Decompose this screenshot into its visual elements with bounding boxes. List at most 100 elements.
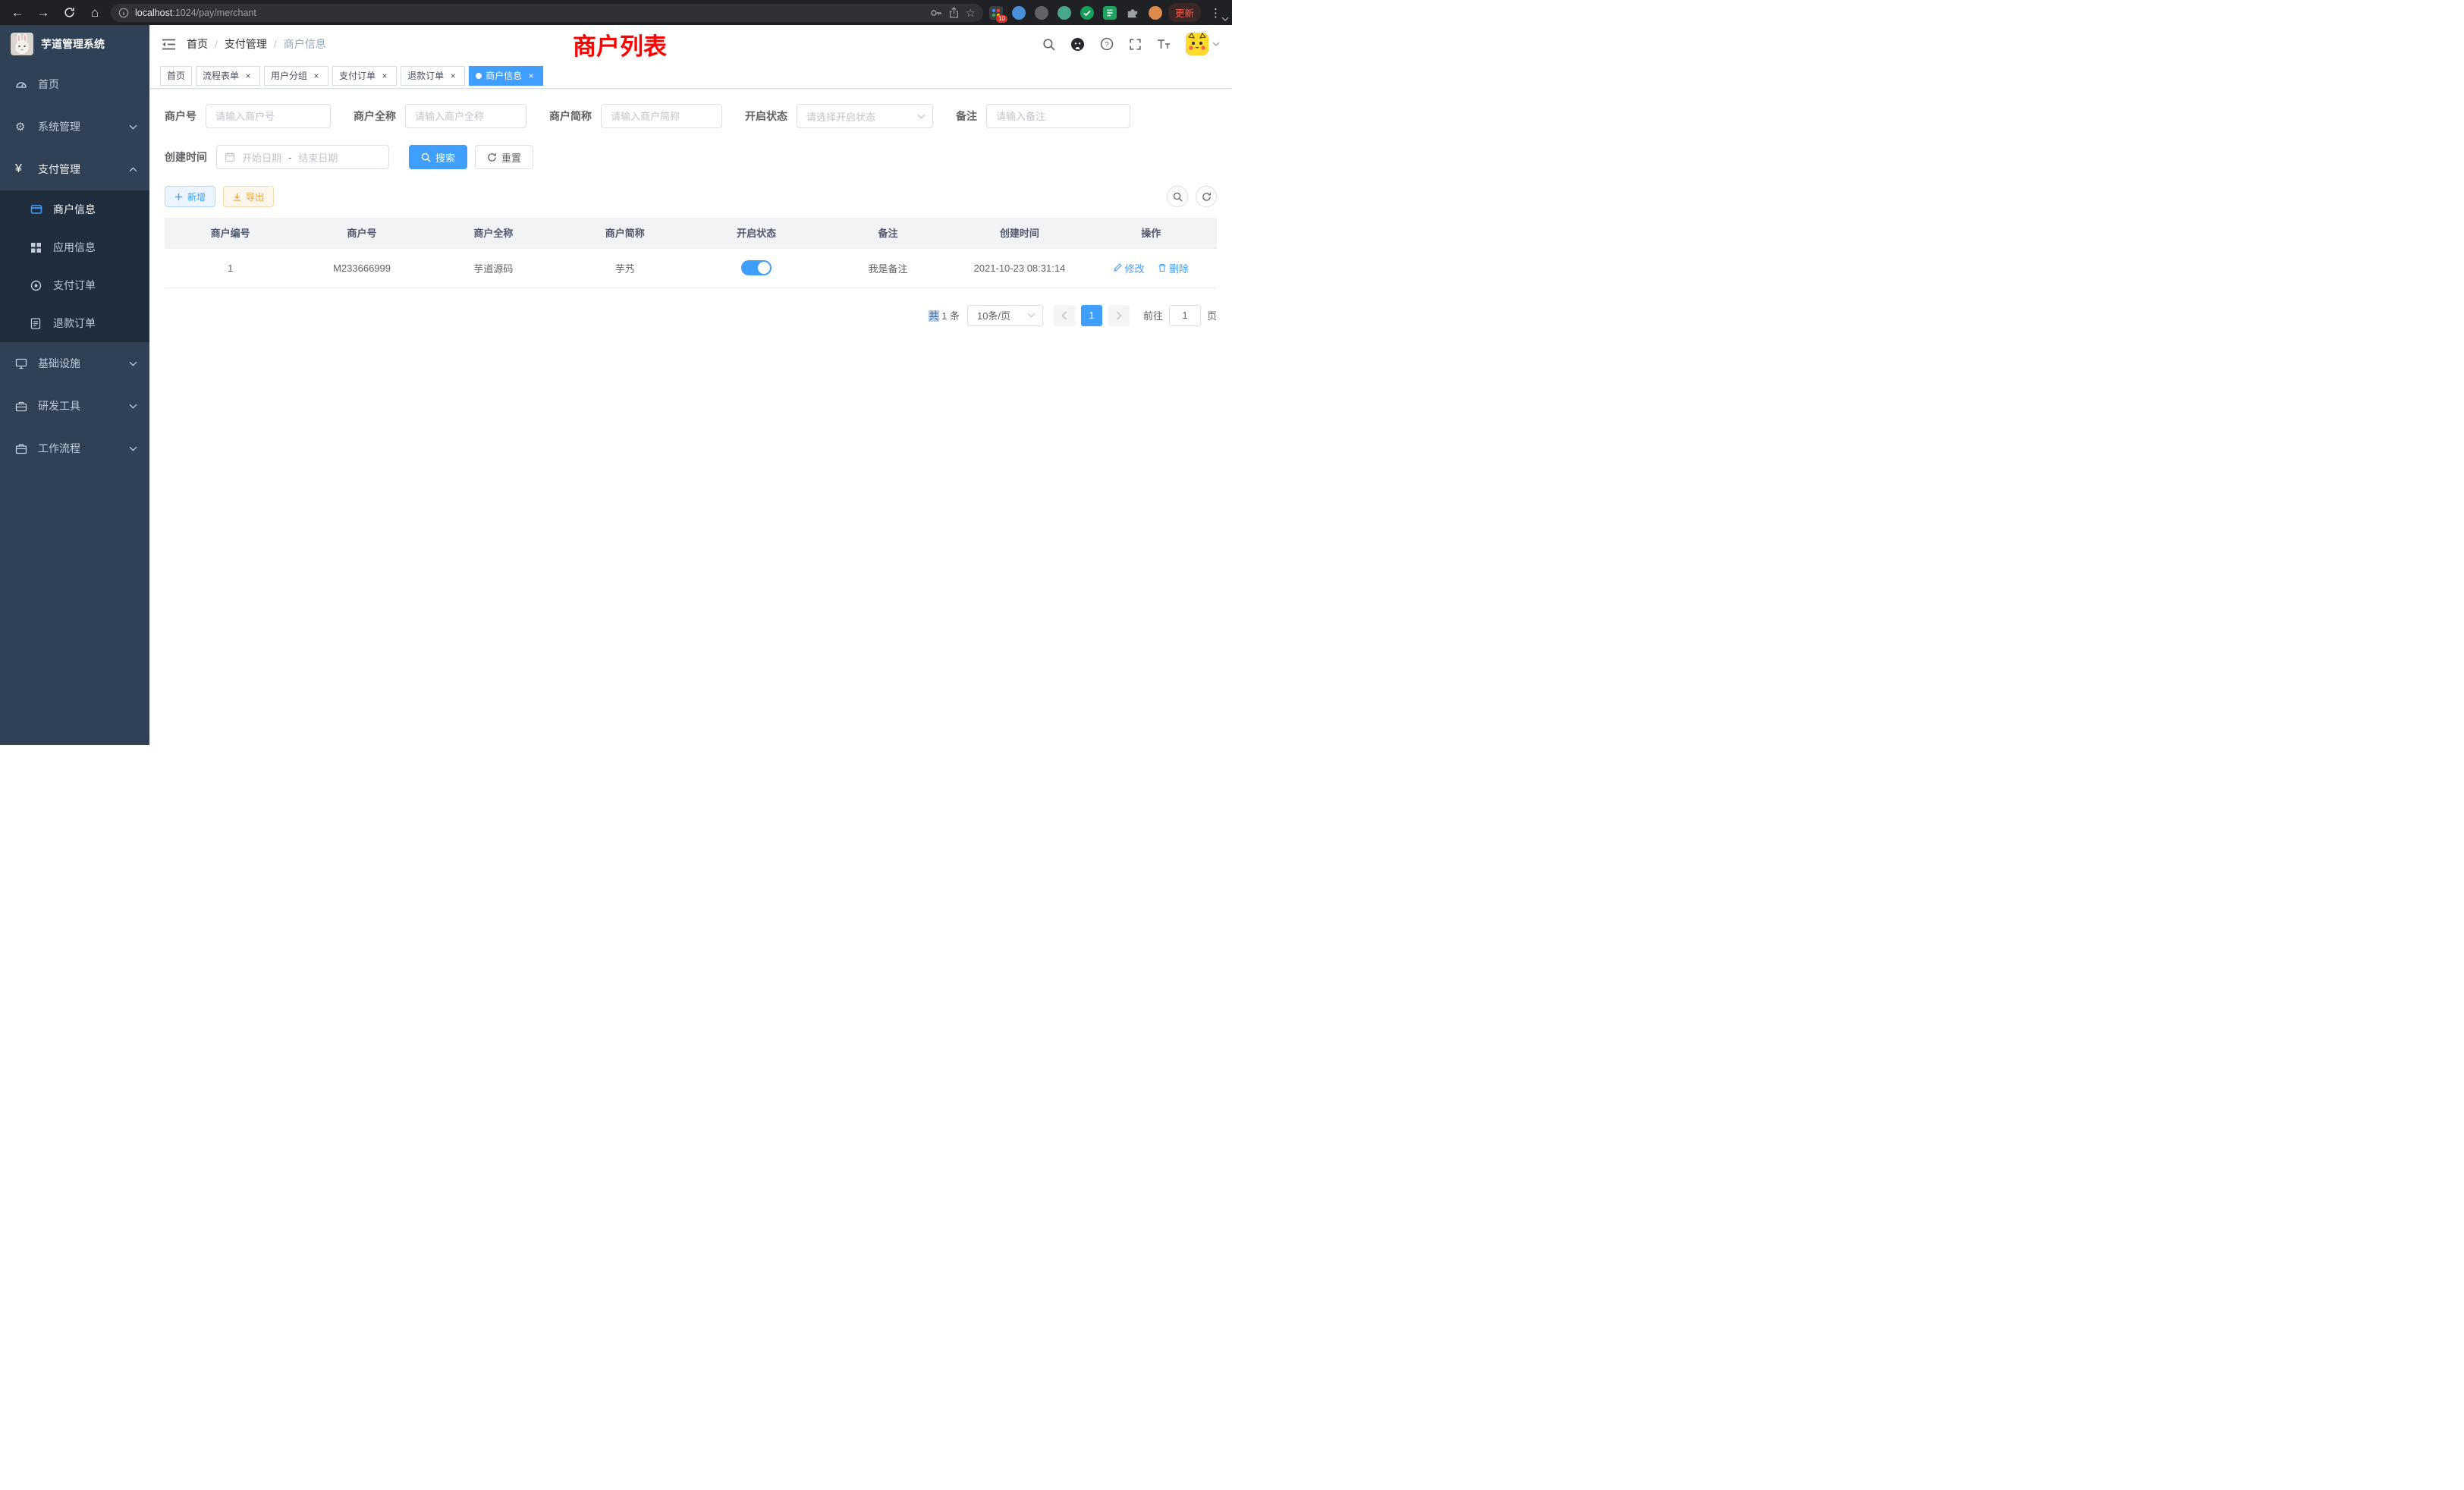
fullscreen-icon[interactable] <box>1129 38 1142 51</box>
password-key-icon[interactable] <box>930 7 942 19</box>
font-size-icon[interactable] <box>1157 38 1171 50</box>
reset-button[interactable]: 重置 <box>475 145 533 169</box>
edit-link[interactable]: 修改 <box>1113 261 1144 275</box>
goto-label: 前往 <box>1143 308 1163 322</box>
delete-label: 删除 <box>1169 261 1189 275</box>
tab-label: 流程表单 <box>203 69 239 82</box>
next-page-button[interactable] <box>1108 305 1130 326</box>
merchant-table: 商户编号 商户号 商户全称 商户简称 开启状态 备注 创建时间 操作 1 <box>165 218 1217 288</box>
extension-green-doc-icon[interactable] <box>1103 6 1117 20</box>
goto-page-input[interactable] <box>1169 305 1201 326</box>
page-size-select[interactable]: 10条/页 <box>967 305 1043 326</box>
prev-page-button[interactable] <box>1054 305 1075 326</box>
tab-label: 用户分组 <box>271 69 307 82</box>
cell-remark: 我是备注 <box>822 248 954 288</box>
tab-pay-order[interactable]: 支付订单 <box>332 66 397 86</box>
chevron-down-icon <box>917 114 926 119</box>
bookmark-star-icon[interactable]: ☆ <box>966 6 976 20</box>
sidebar-item-dev-tools[interactable]: 研发工具 <box>0 385 149 427</box>
extension-puzzle-icon[interactable] <box>1126 6 1139 20</box>
dashboard-icon <box>15 78 33 90</box>
site-info-icon[interactable] <box>118 8 129 18</box>
col-merchant-no: 商户号 <box>296 218 427 248</box>
extension-green-check-icon[interactable] <box>1080 6 1094 20</box>
chevron-down-icon <box>129 446 137 451</box>
navbar: 首页 支付管理 商户信息 商户列表 ? <box>149 25 1232 63</box>
extension-blue-icon[interactable] <box>1012 6 1026 20</box>
tab-home[interactable]: 首页 <box>160 66 192 86</box>
status-placeholder: 请选择开启状态 <box>806 109 875 124</box>
tab-close-icon[interactable] <box>243 71 253 81</box>
sidebar-item-label: 支付管理 <box>38 162 80 177</box>
full-name-input[interactable] <box>405 104 526 128</box>
status-select[interactable]: 请选择开启状态 <box>797 104 933 128</box>
sidebar-item-payment[interactable]: ¥ 支付管理 <box>0 148 149 190</box>
create-time-label: 创建时间 <box>165 149 207 165</box>
github-icon[interactable] <box>1070 37 1085 52</box>
short-name-label: 商户简称 <box>549 108 592 124</box>
chrome-update-button[interactable]: 更新 <box>1168 3 1201 22</box>
browser-back-icon[interactable]: ← <box>8 3 27 23</box>
browser-home-icon[interactable]: ⌂ <box>85 3 105 23</box>
address-bar[interactable]: localhost:1024/pay/merchant ☆ <box>111 4 983 22</box>
hide-search-button[interactable] <box>1167 186 1188 207</box>
sidebar-item-merchant-info[interactable]: 商户信息 <box>0 190 149 228</box>
page-1-button[interactable]: 1 <box>1081 305 1102 326</box>
browser-forward-icon[interactable]: → <box>33 3 53 23</box>
tab-label: 首页 <box>167 69 185 82</box>
export-button-label: 导出 <box>246 190 264 203</box>
search-icon[interactable] <box>1042 38 1055 51</box>
sidebar-item-label: 系统管理 <box>38 119 80 134</box>
add-button-label: 新增 <box>187 190 206 203</box>
sidebar-item-system[interactable]: ⚙ 系统管理 <box>0 105 149 148</box>
breadcrumb-payment[interactable]: 支付管理 <box>225 36 267 52</box>
sidebar-logo[interactable]: 芋道管理系统 <box>0 25 149 63</box>
remark-input[interactable] <box>986 104 1130 128</box>
delete-link[interactable]: 删除 <box>1158 261 1189 275</box>
tab-close-icon[interactable] <box>311 71 322 81</box>
breadcrumb-home[interactable]: 首页 <box>187 36 208 52</box>
sidebar-item-workflow[interactable]: 工作流程 <box>0 427 149 470</box>
extension-grid-icon[interactable]: 10 <box>989 6 1003 20</box>
tab-close-icon[interactable] <box>448 71 458 81</box>
cell-actions: 修改 删除 <box>1086 248 1217 288</box>
sidebar-item-home[interactable]: 首页 <box>0 63 149 105</box>
add-button[interactable]: 新增 <box>165 186 215 207</box>
user-avatar[interactable] <box>1186 33 1220 55</box>
breadcrumb-separator <box>215 38 218 50</box>
sidebar-item-infrastructure[interactable]: 基础设施 <box>0 342 149 385</box>
sidebar: 芋道管理系统 首页 ⚙ 系统管理 ¥ 支付管理 <box>0 25 149 745</box>
chrome-caret-icon[interactable] <box>1221 17 1229 21</box>
share-icon[interactable] <box>948 7 960 18</box>
sidebar-item-pay-order[interactable]: 支付订单 <box>0 266 149 304</box>
extension-avatar-teal-icon[interactable] <box>1058 6 1071 20</box>
tab-close-icon[interactable] <box>526 71 536 81</box>
reset-button-icon <box>487 152 497 162</box>
tab-process-form[interactable]: 流程表单 <box>196 66 260 86</box>
status-toggle[interactable] <box>741 260 772 275</box>
date-range-picker[interactable]: 开始日期 - 结束日期 <box>216 145 389 169</box>
export-button[interactable]: 导出 <box>223 186 274 207</box>
calendar-icon <box>225 152 235 162</box>
tab-merchant-info[interactable]: 商户信息 <box>469 66 543 86</box>
sidebar-item-refund-order[interactable]: 退款订单 <box>0 304 149 342</box>
extension-dark-icon[interactable] <box>1035 6 1048 20</box>
search-button[interactable]: 搜索 <box>409 145 467 169</box>
refresh-button[interactable] <box>1196 186 1217 207</box>
short-name-input[interactable] <box>601 104 722 128</box>
merchant-no-input[interactable] <box>206 104 331 128</box>
help-icon[interactable]: ? <box>1100 37 1114 51</box>
tab-close-icon[interactable] <box>379 71 390 81</box>
tab-user-group[interactable]: 用户分组 <box>264 66 328 86</box>
merchant-no-label: 商户号 <box>165 108 196 124</box>
app: 芋道管理系统 首页 ⚙ 系统管理 ¥ 支付管理 <box>0 25 1232 745</box>
sidebar-item-app-info[interactable]: 应用信息 <box>0 228 149 266</box>
tab-refund-order[interactable]: 退款订单 <box>401 66 465 86</box>
profile-avatar-icon[interactable] <box>1149 6 1162 20</box>
browser-reload-icon[interactable] <box>59 3 79 23</box>
content: 商户号 商户全称 商户简称 开启状态 请选择开启状态 <box>149 89 1232 745</box>
col-remark: 备注 <box>822 218 954 248</box>
hamburger-icon[interactable] <box>162 39 176 50</box>
monitor-icon <box>15 358 33 369</box>
browser-chrome: ← → ⌂ localhost:1024/pay/merchant ☆ <box>0 0 1232 25</box>
